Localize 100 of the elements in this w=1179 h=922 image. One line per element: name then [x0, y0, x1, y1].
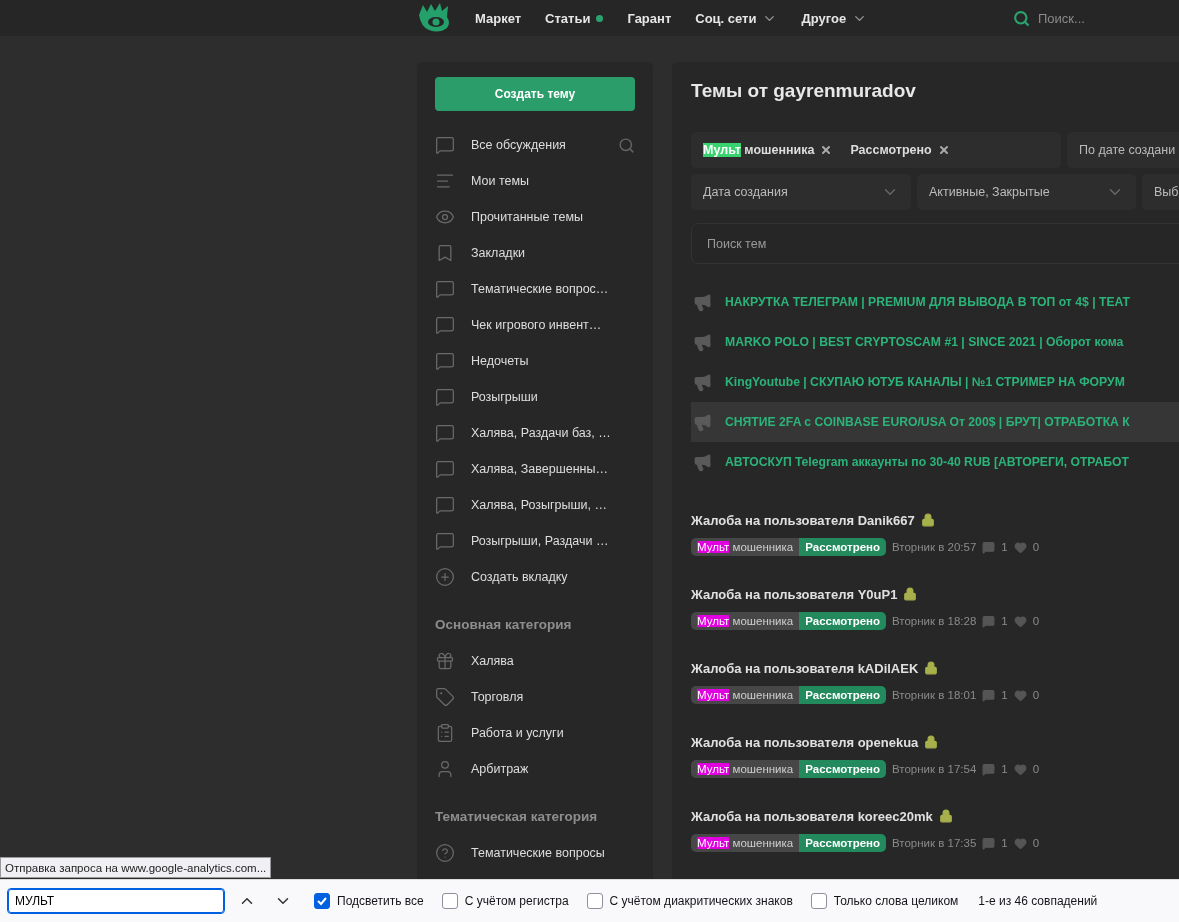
heart-icon: [1013, 688, 1027, 702]
find-option[interactable]: С учётом регистра: [441, 893, 569, 909]
like-count: 0: [1032, 763, 1040, 775]
option-label: Подсветить все: [337, 894, 424, 908]
nav-link[interactable]: Соц. сети: [695, 10, 778, 26]
find-input[interactable]: МУЛЬТ: [8, 889, 224, 913]
chat-bubble-icon: [435, 459, 455, 479]
status-tag[interactable]: Рассмотрено: [799, 686, 887, 704]
filter-select[interactable]: Активные, Закрытые: [917, 174, 1136, 210]
thread-title[interactable]: Жалоба на пользователя kADilAEK: [691, 656, 1179, 680]
megaphone-icon: [693, 332, 712, 352]
sidebar-item[interactable]: Халява, Розыгрыши, …: [435, 487, 635, 523]
clipboard-icon: [435, 723, 455, 743]
sticky-thread-link[interactable]: СНЯТИЕ 2FA с COINBASE EURO/USA От 200$ | БРУТ| ОТРАБОТКА К: [691, 402, 1179, 442]
megaphone-icon: [693, 372, 712, 392]
chat-bubble-icon: [435, 531, 455, 551]
close-icon[interactable]: [820, 144, 833, 156]
sidebar-item[interactable]: Все обсуждения: [435, 127, 635, 163]
nav-link[interactable]: Другое: [801, 10, 868, 26]
sidebar-item[interactable]: Торговля: [435, 679, 635, 715]
nav-link[interactable]: Маркет: [475, 10, 522, 26]
sidebar-item[interactable]: Недочеты: [435, 343, 635, 379]
sidebar-item[interactable]: Розыгрыши, Раздачи …: [435, 523, 635, 559]
find-option[interactable]: Только слова целиком: [810, 893, 959, 909]
reply-count: 1: [1001, 763, 1008, 775]
prefix-tag[interactable]: Мульт мошенника: [691, 760, 800, 778]
sidebar-item[interactable]: Розыгрыши: [435, 379, 635, 415]
sidebar-item[interactable]: Тематические вопросы: [435, 835, 635, 871]
megaphone-icon: [693, 452, 712, 472]
chat-bubble-icon: [435, 135, 455, 155]
find-option[interactable]: С учётом диакритических знаков: [586, 893, 793, 909]
status-tag[interactable]: Рассмотрено: [799, 834, 887, 852]
section-heading: Основная категория: [435, 615, 573, 634]
sort-select[interactable]: По дате создани: [1067, 132, 1179, 168]
sidebar-item[interactable]: Работа и услуги: [435, 715, 635, 751]
comment-icon: [982, 540, 996, 554]
checkbox[interactable]: [314, 893, 330, 909]
sidebar-item[interactable]: Халява, Завершенны…: [435, 451, 635, 487]
status-tag[interactable]: Рассмотрено: [799, 612, 887, 630]
match-count: 1-е из 46 совпадений: [978, 894, 1098, 908]
filter-select[interactable]: Выб: [1142, 174, 1179, 210]
sidebar-item[interactable]: Мои темы: [435, 163, 635, 199]
close-icon[interactable]: [937, 144, 950, 156]
prefix-tag[interactable]: Мульт мошенника: [691, 538, 800, 556]
like-count: 0: [1032, 615, 1040, 627]
sidebar-item[interactable]: Прочитанные темы: [435, 199, 635, 235]
thread-date: Вторник в 18:28: [892, 615, 977, 627]
sidebar-item[interactable]: Халява: [435, 643, 635, 679]
question-icon: [435, 843, 455, 863]
sidebar-item[interactable]: Закладки: [435, 235, 635, 271]
thread-date: Вторник в 20:57: [892, 541, 977, 553]
chat-bubble-icon: [435, 351, 455, 371]
prefix-tag[interactable]: Мульт мошенника: [691, 612, 800, 630]
sidebar-item[interactable]: Халява, Раздачи баз, …: [435, 415, 635, 451]
tag-icon: [435, 687, 455, 707]
heart-icon: [1013, 540, 1027, 554]
nav-link[interactable]: Гарант: [627, 10, 672, 26]
prefix-tag[interactable]: Мульт мошенника: [691, 686, 800, 704]
filter-select[interactable]: Дата создания: [691, 174, 911, 210]
filter-tag: Мульт мошенника: [703, 143, 815, 157]
thread-title[interactable]: Жалоба на пользователя openekua: [691, 730, 1179, 754]
chat-bubble-icon: [435, 495, 455, 515]
thread-title[interactable]: Жалоба на пользователя Y0uP1: [691, 582, 1179, 606]
option-label: С учётом диакритических знаков: [609, 894, 793, 908]
chat-bubble-icon: [435, 387, 455, 407]
search-field[interactable]: Поиск...: [1036, 9, 1166, 27]
logo-icon[interactable]: [417, 3, 451, 33]
prefix-tag[interactable]: Мульт мошенника: [691, 834, 800, 852]
sidebar-item[interactable]: Чек игрового инвент…: [435, 307, 635, 343]
thread-title[interactable]: Жалоба на пользователя koreec20mk: [691, 804, 1179, 828]
comment-icon: [982, 762, 996, 776]
option-label: С учётом регистра: [464, 894, 569, 908]
gift-icon: [435, 651, 455, 671]
reply-count: 1: [1001, 541, 1008, 553]
status-tag[interactable]: Рассмотрено: [799, 760, 887, 778]
tag-filter-field[interactable]: Мульт мошенника Рассмотрено: [691, 132, 1061, 168]
sidebar-item[interactable]: Создать вкладку: [435, 559, 635, 595]
reply-count: 1: [1001, 615, 1008, 627]
checkbox[interactable]: [586, 893, 603, 909]
nav-link[interactable]: Статьи: [545, 10, 604, 26]
checkbox[interactable]: [441, 893, 458, 909]
checkbox[interactable]: [810, 893, 827, 909]
thread-date: Вторник в 17:35: [892, 837, 977, 849]
thread-date: Вторник в 17:54: [892, 763, 977, 775]
chat-bubble-icon: [435, 279, 455, 299]
search-field[interactable]: Поиск тем: [691, 223, 1179, 264]
heart-icon: [1013, 614, 1027, 628]
search-icon[interactable]: [618, 136, 635, 154]
sidebar-item[interactable]: Тематические вопрос…: [435, 271, 635, 307]
sidebar-item[interactable]: Арбитраж: [435, 751, 635, 787]
page-title: Темы от gayrenmuradov: [691, 80, 917, 102]
find-option[interactable]: Подсветить все: [314, 893, 424, 909]
option-label: Только слова целиком: [833, 894, 959, 908]
thread-title[interactable]: Жалоба на пользователя Danik667: [691, 508, 1179, 532]
status-tag[interactable]: Рассмотрено: [799, 538, 887, 556]
megaphone-icon: [693, 412, 712, 432]
plus-circle-icon: [435, 567, 455, 587]
comment-icon: [982, 836, 996, 850]
heart-icon: [1013, 836, 1027, 850]
comment-icon: [982, 688, 996, 702]
